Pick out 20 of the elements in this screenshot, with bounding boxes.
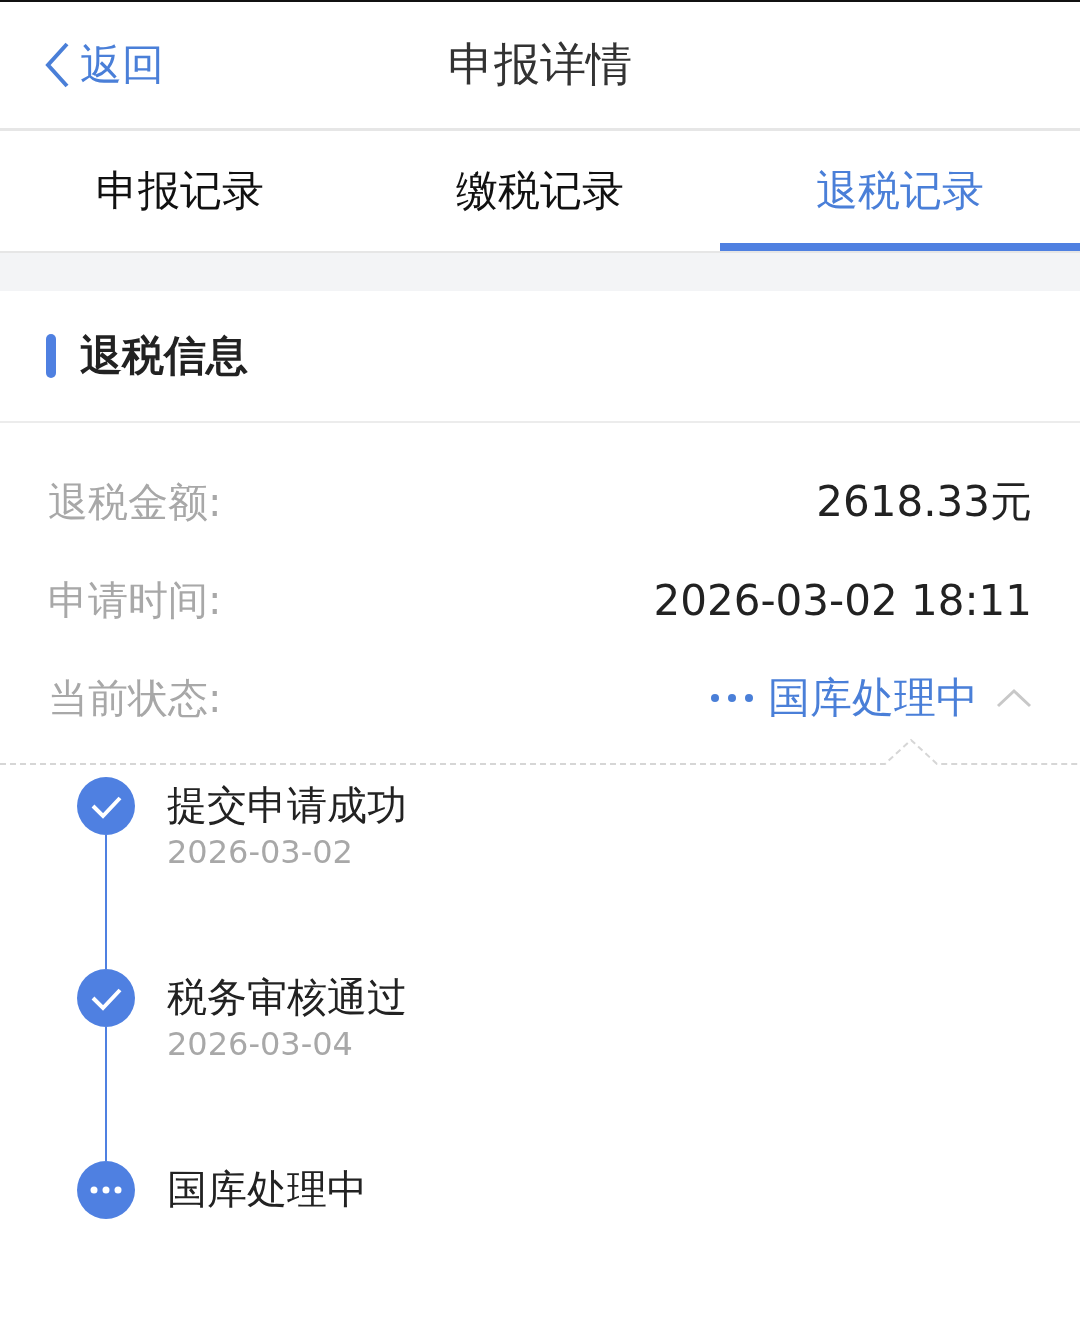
- step-title: 提交申请成功: [167, 781, 407, 830]
- dots-icon: [710, 693, 754, 703]
- page-title: 申报详情: [448, 36, 632, 93]
- step-title: 税务审核通过: [167, 973, 407, 1022]
- accent-bar: [46, 334, 56, 378]
- tab[interactable]: 申报记录: [0, 131, 360, 251]
- step-title: 国库处理中: [167, 1165, 367, 1214]
- section-title: 退税信息: [80, 330, 248, 382]
- chevron-icon[interactable]: [996, 688, 1032, 708]
- step-date: 2026-03-02: [167, 833, 354, 871]
- status-value: 国库处理中: [768, 672, 978, 724]
- field-value: 2618.33元: [816, 476, 1032, 528]
- field-label: 退税金额:: [48, 477, 222, 527]
- step-date: 2026-03-04: [167, 1025, 354, 1063]
- tab[interactable]: 缴税记录: [360, 131, 720, 251]
- field-label: 申请时间:: [48, 575, 222, 625]
- back-link[interactable]: 返回: [44, 37, 164, 93]
- back-icon: [44, 42, 70, 88]
- field-value: 2026-03-02 18:11: [653, 575, 1032, 625]
- field-label: 当前状态:: [48, 673, 222, 723]
